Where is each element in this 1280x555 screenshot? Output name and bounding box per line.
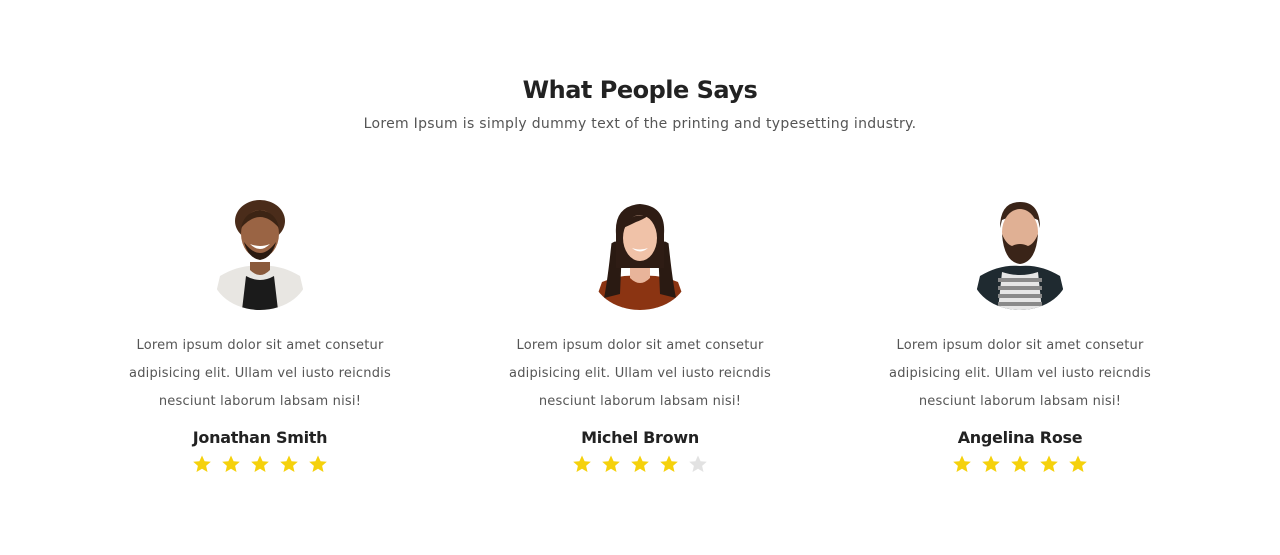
star-rating [870,454,1170,474]
star-filled-icon [659,454,679,474]
star-filled-icon [1039,454,1059,474]
testimonial-card: Lorem ipsum dolor sit amet consetur adip… [870,198,1170,474]
quote-line: Lorem ipsum dolor sit amet consetur [516,338,764,353]
quote-line: nesciunt laborum labsam nisi! [918,394,1122,409]
testimonial-card: Lorem ipsum dolor sit amet consetur adip… [490,198,790,474]
avatar-man-beard-icon [970,198,1070,310]
person-name: Michel Brown [581,428,699,447]
star-filled-icon [981,454,1001,474]
person-name: Jonathan Smith [192,428,328,447]
star-filled-icon [630,454,650,474]
quote-line: nesciunt laborum labsam nisi! [538,394,742,409]
quote-line: Lorem ipsum dolor sit amet consetur [896,338,1144,353]
testimonial-card: Lorem ipsum dolor sit amet consetur adip… [110,198,410,474]
quote-line: Lorem ipsum dolor sit amet consetur [136,338,384,353]
star-filled-icon [1068,454,1088,474]
star-filled-icon [221,454,241,474]
star-filled-icon [279,454,299,474]
avatar-woman-icon [590,198,690,310]
star-filled-icon [572,454,592,474]
star-filled-icon [1010,454,1030,474]
star-filled-icon [601,454,621,474]
quote-line: adipisicing elit. Ullam vel iusto reicnd… [509,366,771,381]
person-name: Angelina Rose [957,428,1083,447]
star-rating [110,454,410,474]
star-rating [490,454,790,474]
star-filled-icon [952,454,972,474]
testimonial-quote: Lorem ipsum dolor sit amet consetur adip… [110,332,410,416]
star-filled-icon [308,454,328,474]
quote-line: nesciunt laborum labsam nisi! [158,394,362,409]
testimonial-quote: Lorem ipsum dolor sit amet consetur adip… [870,332,1170,416]
quote-line: adipisicing elit. Ullam vel iusto reicnd… [889,366,1151,381]
section-title: What People Says [522,76,758,104]
section-subtitle: Lorem Ipsum is simply dummy text of the … [363,116,917,132]
avatar-man-afro-icon [210,198,310,310]
quote-line: adipisicing elit. Ullam vel iusto reicnd… [129,366,391,381]
star-empty-icon [688,454,708,474]
testimonials-section: What People Says Lorem Ipsum is simply d… [0,0,1280,555]
testimonial-quote: Lorem ipsum dolor sit amet consetur adip… [490,332,790,416]
star-filled-icon [250,454,270,474]
star-filled-icon [192,454,212,474]
